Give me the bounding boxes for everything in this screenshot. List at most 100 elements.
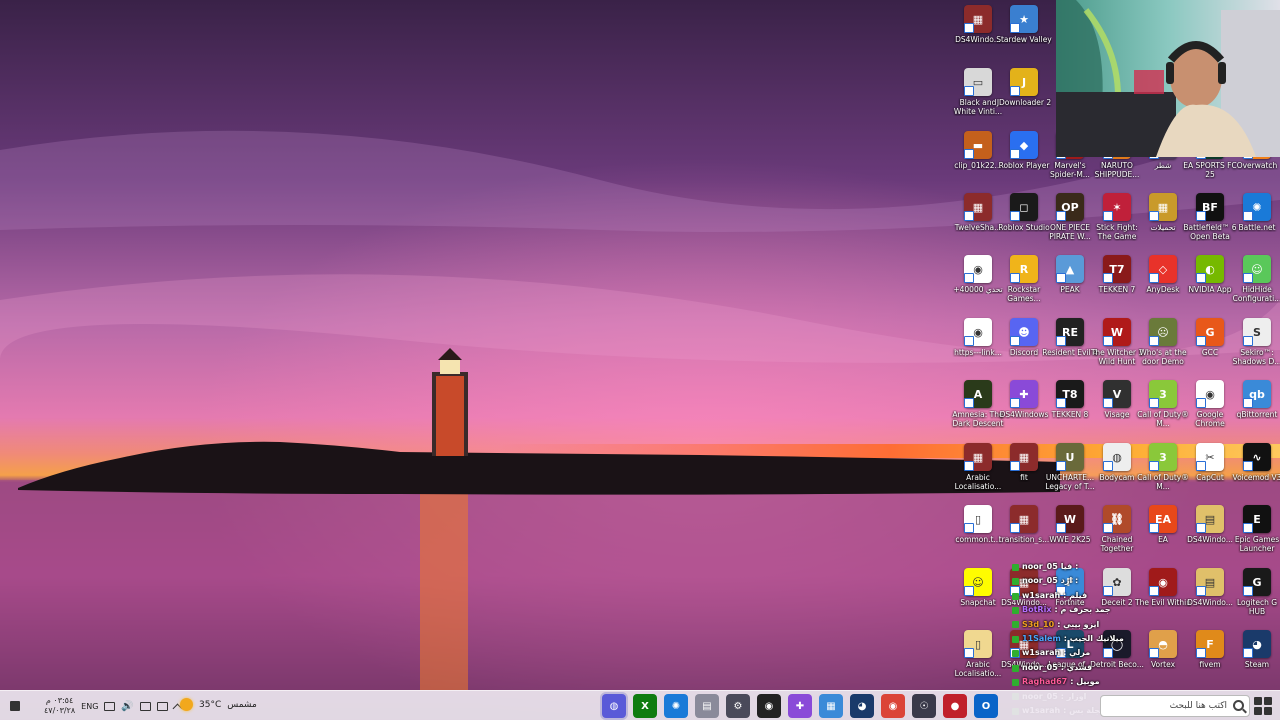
desktop-icon-anydesk[interactable]: ◇ AnyDesk	[1140, 255, 1186, 294]
display-icon[interactable]	[156, 701, 168, 711]
taskbar-app-store[interactable]: ▦	[819, 694, 843, 718]
desktop-icon-cod-1[interactable]: 3 Call of Duty® M...	[1137, 380, 1189, 428]
desktop-icon-chrome-2[interactable]: ◉ https---link...	[954, 318, 1002, 357]
chat-text: : موبيل	[1070, 677, 1100, 687]
taskbar-app-chrome[interactable]: ◉	[881, 694, 905, 718]
desktop-icon-chained[interactable]: ⛓ Chained Together	[1094, 505, 1140, 553]
taskbar-apps: ◍ X ✺ ▤ ⚙ ◉ ✚ ▦ ◕ ◉ ☉ ● O	[602, 694, 998, 718]
desktop-icon-rockstar[interactable]: R Rockstar Games...	[1001, 255, 1047, 303]
desktop-icon-amnesia[interactable]: A Amnesia: The Dark Descent	[952, 380, 1004, 428]
desktop-icon-ds4windows-2[interactable]: ✚ DS4Windows	[1000, 380, 1048, 419]
desktop-icon-hidhide[interactable]: ☺ HidHide Configurati...	[1233, 255, 1280, 303]
desktop-icon-qbittorrent[interactable]: qb qBittorrent	[1234, 380, 1280, 419]
ea-icon: EA	[1149, 505, 1177, 533]
desktop-icon-sekiro[interactable]: S Sekiro™: Shadows D...	[1233, 318, 1280, 366]
desktop-icon-witcher[interactable]: W The Witcher 3 Wild Hunt	[1091, 318, 1143, 366]
desktop-icon-cod-2[interactable]: 3 Call of Duty® M...	[1137, 443, 1189, 491]
desktop-icon-label: Stardew Valley	[996, 35, 1052, 44]
desktop-icon-fivem[interactable]: Ffivem	[1187, 630, 1233, 669]
keyboard-icon[interactable]	[104, 701, 116, 711]
weather-widget[interactable]: 35°C مشمس	[180, 698, 257, 711]
fivem-icon: F	[1196, 630, 1224, 658]
desktop-icon-transition[interactable]: ▦ transition_s...	[999, 505, 1049, 544]
desktop-icon-steam[interactable]: ◕ Steam	[1234, 630, 1280, 669]
desktop-icon-common[interactable]: ▯ common.t...	[955, 505, 1001, 544]
chat-username: noor_05	[1022, 576, 1058, 586]
desktop-icon-tekken7[interactable]: T7 TEKKEN 7	[1094, 255, 1140, 294]
taskbar-app-explorer[interactable]: ▤	[695, 694, 719, 718]
desktop-icon-capcut[interactable]: ✂ CapCut	[1187, 443, 1233, 482]
desktop-icon-wwe[interactable]: W WWE 2K25	[1047, 505, 1093, 544]
taskbar-search[interactable]: اكتب هنا للبحث	[1100, 695, 1250, 717]
desktop-icon-battlenet[interactable]: ✺ Battle.net	[1234, 193, 1280, 232]
desktop-icon-epic[interactable]: E Epic Games Launcher	[1234, 505, 1280, 553]
arabic-loc-1-icon: ▦	[964, 443, 992, 471]
voicemod-icon: ∿	[1243, 443, 1271, 471]
desktop-icon-discord[interactable]: ☻ Discord	[1001, 318, 1047, 357]
taskbar-app-steam[interactable]: ◕	[850, 694, 874, 718]
desktop-icon-roblox-studio[interactable]: ◻ Roblox Studio	[998, 193, 1050, 232]
desktop-icon-bodycam[interactable]: ◍ Bodycam	[1094, 443, 1140, 482]
chat-text: : ميلانيك الجيب	[1063, 634, 1124, 644]
desktop-icon-jdownloader[interactable]: J JDownloader 2	[997, 68, 1051, 107]
desktop-icon-ds4windows-3[interactable]: ▤ DS4Windo...	[1187, 505, 1233, 544]
taskbar-app-obs[interactable]: ◉	[757, 694, 781, 718]
taskbar-app-recorder[interactable]: ●	[943, 694, 967, 718]
desktop-icon-visage[interactable]: V Visage	[1094, 380, 1140, 419]
desktop-icon-whos-your-daddy[interactable]: ☹ Who's at the door Demo	[1139, 318, 1187, 366]
desktop-icon-roblox-player[interactable]: ◆ Roblox Player	[999, 131, 1049, 170]
chat-message: w1sarah: فيلم	[1012, 589, 1142, 603]
logitech-icon: G	[1243, 568, 1271, 596]
chrome-2-icon: ◉	[964, 318, 992, 346]
desktop-icon-tekken8[interactable]: T8 TEKKEN 8	[1047, 380, 1093, 419]
taskbar-app-outlook[interactable]: O	[974, 694, 998, 718]
weather-temp: 35°C	[199, 699, 222, 710]
volume-icon[interactable]: 🔊	[121, 701, 133, 712]
desktop-icon-voicemod[interactable]: ∿ Voicemod V3	[1233, 443, 1280, 482]
chat-text: : جمد بحرف م	[1054, 605, 1111, 615]
taskbar-app-stream[interactable]: ◍	[602, 694, 626, 718]
desktop-icon-vortex[interactable]: ◓ Vortex	[1140, 630, 1186, 669]
chat-username: noor_05	[1022, 562, 1058, 571]
evil-within-icon: ◉	[1149, 568, 1177, 596]
desktop-icon-ea[interactable]: EA EA	[1140, 505, 1186, 544]
desktop-icon-stardew-valley[interactable]: ★ Stardew Valley	[996, 5, 1052, 44]
clock[interactable]: ٠٣:٥٤ م ٤٧/٠٣/٢٨	[44, 696, 75, 716]
desktop-icon-evil-within[interactable]: ◉ The Evil Within	[1135, 568, 1191, 607]
desktop-icon-snapchat[interactable]: ☺ Snapchat	[955, 568, 1001, 607]
desktop-icon-fit[interactable]: ▦ fit	[1001, 443, 1047, 482]
desktop-icon-clip[interactable]: ▬ clip_01k22...	[954, 131, 1002, 170]
desktop-icon-ds4windows-5[interactable]: ▤ DS4Windo...	[1187, 568, 1233, 607]
desktop-icon-resident-evil[interactable]: RE Resident Evil 4	[1042, 318, 1098, 357]
taskbar-app-xbox[interactable]: X	[633, 694, 657, 718]
chat-message: BotRix: جمد بحرف م	[1012, 603, 1142, 617]
desktop-icon-twelve[interactable]: ▦ TwelveSha...	[955, 193, 1001, 232]
taskbar-app-gamepad[interactable]: ✚	[788, 694, 812, 718]
start-button[interactable]	[1254, 697, 1272, 715]
desktop-icon-stick-fight[interactable]: ✶ Stick Fight: The Game	[1094, 193, 1140, 241]
taskbar-app-battlenet[interactable]: ✺	[664, 694, 688, 718]
desktop-icon-arabic-loc-1[interactable]: ▦ Arabic Localisatio...	[955, 443, 1001, 491]
desktop-icon-ds4windows-1[interactable]: ▦ DS4Windo...	[955, 5, 1001, 44]
desktop-icon-arabic-2[interactable]: ▦ تحميلات	[1140, 193, 1186, 232]
ds4windows-2-icon: ✚	[1010, 380, 1038, 408]
desktop-icon-gcc[interactable]: G GCC	[1187, 318, 1233, 357]
desktop-icon-peak[interactable]: ▲ PEAK	[1047, 255, 1093, 294]
language-indicator[interactable]: ENG	[81, 702, 98, 711]
desktop-icon-chrome-1[interactable]: ◉ +40000 تحدي	[953, 255, 1003, 294]
desktop-icon-uncharted[interactable]: U UNCHARTE... Legacy of T...	[1045, 443, 1095, 491]
qbittorrent-icon: qb	[1243, 380, 1271, 408]
notification-icon[interactable]	[10, 701, 20, 711]
desktop-icon-battlefield[interactable]: BF Battlefield™ 6 Open Beta	[1183, 193, 1237, 241]
desktop-icon-one-piece[interactable]: OP ONE PIECE PIRATE W...	[1047, 193, 1093, 241]
network-icon[interactable]	[139, 701, 151, 711]
desktop-icon-black-white[interactable]: ▭ Black and White Vinti...	[954, 68, 1002, 116]
desktop-icon-logitech[interactable]: G Logitech G HUB	[1234, 568, 1280, 616]
chat-text: : ايزو بيبي	[1057, 619, 1100, 629]
desktop-icon-arabic-loc-2[interactable]: ▯ Arabic Localisatio...	[955, 630, 1001, 678]
taskbar-app-discord-overlay[interactable]: ☉	[912, 694, 936, 718]
desktop-icon-nvidia[interactable]: ◐ NVIDIA App	[1187, 255, 1233, 294]
desktop-icon-label: JDownloader 2	[996, 98, 1052, 107]
taskbar-app-settings[interactable]: ⚙	[726, 694, 750, 718]
desktop-icon-chrome-3[interactable]: ◉ Google Chrome	[1187, 380, 1233, 428]
